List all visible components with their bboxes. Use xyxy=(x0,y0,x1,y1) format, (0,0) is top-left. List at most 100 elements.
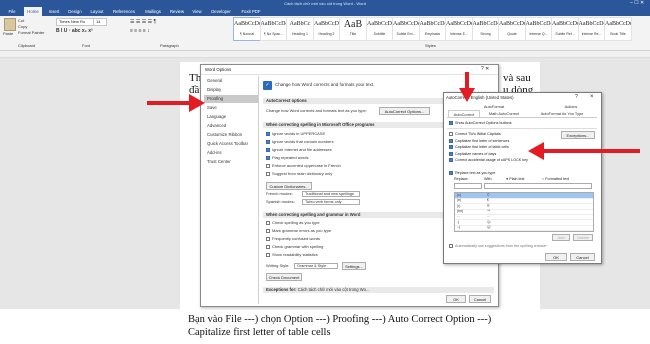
french-modes-dropdown[interactable]: Traditional and new spellings xyxy=(302,191,360,197)
checkbox-option[interactable]: Ignore words in UPPERCASE xyxy=(266,131,325,137)
nav-item-add-ins[interactable]: Add-ins xyxy=(204,149,259,157)
paste-icon[interactable] xyxy=(4,18,16,31)
checkbox-icon[interactable] xyxy=(266,236,270,241)
checkbox-icon[interactable] xyxy=(266,244,270,249)
tab-home[interactable]: Home xyxy=(24,7,42,16)
nav-item-general[interactable]: General xyxy=(204,77,259,85)
checkbox-icon[interactable] xyxy=(266,155,270,160)
style-tile[interactable]: AaBbCcDd ¶ Normal xyxy=(233,17,261,41)
nav-item-quick-access-toolbar[interactable]: Quick Access Toolbar xyxy=(204,140,259,148)
spanish-modes-dropdown[interactable]: Tuteo verb forms only xyxy=(302,199,360,205)
style-tile[interactable]: AaBbCcDd Emphasis xyxy=(418,17,447,41)
table-row[interactable]: :-(☹ xyxy=(455,225,593,231)
tab-mailings[interactable]: Mailings xyxy=(142,7,164,16)
tab-autoformat-as-you-type[interactable]: AutoFormat As You Type xyxy=(530,110,594,117)
nav-item-display[interactable]: Display xyxy=(204,86,259,94)
nav-item-customize-ribbon[interactable]: Customize Ribbon xyxy=(204,131,259,139)
tab-review[interactable]: Review xyxy=(168,7,186,16)
checkbox-icon[interactable] xyxy=(266,147,270,152)
autocorrect-option[interactable]: Correct TWo INitial CApitals xyxy=(449,132,501,137)
checkbox-option[interactable]: Suggest from main dictionary only xyxy=(266,171,332,177)
checkbox-icon[interactable] xyxy=(449,121,453,126)
autocorrect-option[interactable]: Capitalize first letter of sentences xyxy=(449,139,509,144)
checkbox-option[interactable]: Enforce accented uppercase in French xyxy=(266,163,341,169)
checkbox-icon[interactable] xyxy=(266,252,270,257)
style-tile[interactable]: AaBbCcD Heading 2 xyxy=(312,17,341,41)
tab-references[interactable]: References xyxy=(110,7,138,16)
checkbox-icon[interactable] xyxy=(266,228,270,233)
writing-style-dropdown[interactable]: Grammar & Style xyxy=(294,263,338,269)
alignment-buttons[interactable]: ≡ ≡ ≡ ≡ ↕ xyxy=(130,28,150,34)
replace-text-option[interactable]: Replace text as you type xyxy=(449,171,495,176)
custom-dictionaries-button[interactable]: Custom Dictionaries... xyxy=(266,182,312,190)
autocorrect-help-icon[interactable]: ? xyxy=(575,94,578,101)
paragraph-buttons[interactable]: ☰ ☰ ☰ ☰ ¶ xyxy=(130,19,156,25)
auto-suggest-option[interactable]: Automatically use suggestions from the s… xyxy=(449,244,547,249)
style-tile[interactable]: AaBbCcDd Subtle Ref... xyxy=(551,17,579,41)
autocorrect-cancel-button[interactable]: Cancel xyxy=(570,253,595,261)
checkbox-option[interactable]: Flag repeated words xyxy=(266,155,308,161)
replacement-table[interactable]: (c) © (e) € (r) ® (tm) ™... …:(☹:-(☹ xyxy=(454,192,594,232)
nav-item-language[interactable]: Language xyxy=(204,113,259,121)
font-name-box[interactable]: Times New Ro xyxy=(56,18,94,26)
tab-developer[interactable]: Developer xyxy=(208,7,234,16)
with-input[interactable] xyxy=(484,183,592,189)
delete-button[interactable]: Delete xyxy=(573,234,593,241)
checkbox-option[interactable]: Mark grammar errors as you type xyxy=(266,228,331,234)
nav-item-proofing[interactable]: Proofing xyxy=(204,95,259,103)
style-tile[interactable]: AaBbCc Heading 1 xyxy=(286,17,314,41)
settings-button[interactable]: Settings... xyxy=(342,262,366,270)
autocorrect-option[interactable]: Correct accidental usage of cAPS LOCK ke… xyxy=(449,158,528,163)
font-format-buttons[interactable]: B I U · abc x₂ x² xyxy=(56,28,93,34)
style-tile[interactable]: AaBbCcDd Intense Q... xyxy=(524,17,553,41)
nav-item-trust-center[interactable]: Trust Center xyxy=(204,158,259,166)
style-tile[interactable]: AaBbCcDd Intense E... xyxy=(445,17,473,41)
style-tile[interactable]: AaBbCcDd Intense Re... xyxy=(577,17,606,41)
checkbox-icon[interactable] xyxy=(449,138,453,143)
checkbox-icon[interactable] xyxy=(449,145,453,150)
checkbox-icon[interactable] xyxy=(449,158,453,163)
plain-text-radio[interactable]: ● Plain text xyxy=(506,177,524,182)
exceptions-dropdown[interactable]: Cách tách chữ mới vào cột trong Wo... xyxy=(298,287,370,292)
autocorrect-ok-button[interactable]: OK xyxy=(545,253,567,261)
autocorrect-close-icon[interactable]: × xyxy=(590,93,594,101)
word-options-cancel-button[interactable]: Cancel xyxy=(469,295,491,303)
style-tile[interactable]: AaBbCcDd Strong xyxy=(471,17,500,41)
style-tile[interactable]: AaBbCcDd Book Title xyxy=(604,17,632,41)
check-document-button[interactable]: Check Document xyxy=(266,273,302,281)
tab-view[interactable]: View xyxy=(190,7,204,16)
checkbox-icon[interactable] xyxy=(449,132,453,137)
checkbox-icon[interactable] xyxy=(266,163,270,168)
nav-item-save[interactable]: Save xyxy=(204,104,259,112)
replace-input[interactable] xyxy=(454,183,482,189)
formatted-text-radio[interactable]: ○ Formatted text xyxy=(542,177,569,182)
tab-foxit-pdf[interactable]: Foxit PDF xyxy=(240,7,262,16)
tab-insert[interactable]: Insert xyxy=(46,7,62,16)
checkbox-option[interactable]: Frequently confused words xyxy=(266,236,320,242)
style-tile[interactable]: AaBbCcDd Subtle Em... xyxy=(392,17,420,41)
checkbox-icon[interactable] xyxy=(266,220,270,225)
checkbox-option[interactable]: Check grammar with spelling xyxy=(266,244,323,250)
copy-button[interactable]: Copy xyxy=(18,24,27,29)
tab-design[interactable]: Design xyxy=(66,7,84,16)
add-button[interactable]: Add xyxy=(552,234,570,241)
show-autocorrect-buttons-option[interactable]: Show AutoCorrect Options buttons xyxy=(449,121,512,126)
tab-file[interactable]: File xyxy=(5,7,19,16)
checkbox-option[interactable]: Ignore Internet and file addresses xyxy=(266,147,332,153)
format-painter-button[interactable]: Format Painter xyxy=(18,30,44,35)
word-options-close-icon[interactable]: ? ✕ xyxy=(481,65,489,73)
nav-item-advanced[interactable]: Advanced xyxy=(204,122,259,130)
style-tile[interactable]: AaBbCcDd Quote xyxy=(498,17,526,41)
exceptions-button[interactable]: Exceptions... xyxy=(561,131,595,139)
cut-button[interactable]: Cut xyxy=(18,18,24,23)
style-tile[interactable]: AaBbCcD Subtitle xyxy=(365,17,394,41)
style-tile[interactable]: AaBbCcDd ¶ No Spac... xyxy=(259,17,288,41)
checkbox-icon[interactable] xyxy=(266,171,270,176)
tab-autoformat[interactable]: AutoFormat xyxy=(479,103,509,110)
autocorrect-option[interactable]: Capitalize names of days xyxy=(449,152,496,157)
checkbox-icon[interactable] xyxy=(449,151,453,156)
checkbox-option[interactable]: Check spelling as you type xyxy=(266,220,320,226)
checkbox-icon[interactable] xyxy=(266,131,270,136)
tab-math-autocorrect[interactable]: Math AutoCorrect xyxy=(484,110,524,117)
tab-actions[interactable]: Actions xyxy=(556,103,586,110)
